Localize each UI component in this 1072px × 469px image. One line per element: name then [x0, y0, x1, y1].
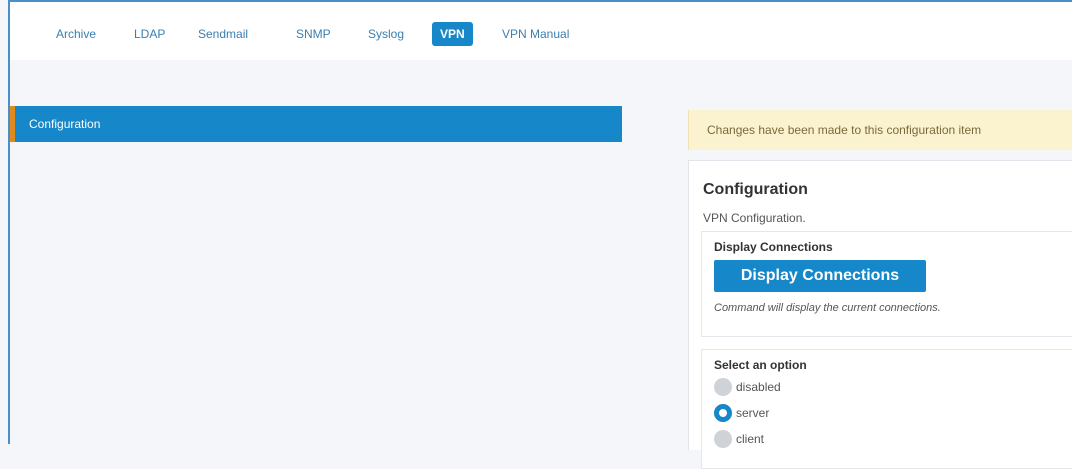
tab-bar: Archive LDAP Sendmail SNMP Syslog VPN VP… [10, 2, 1072, 61]
display-connections-hint: Command will display the current connect… [714, 302, 941, 314]
option-client-label: client [736, 432, 765, 446]
display-connections-button[interactable]: Display Connections [714, 260, 926, 292]
tab-snmp[interactable]: SNMP [288, 22, 339, 46]
tab-ldap[interactable]: LDAP [126, 22, 173, 46]
radio-server[interactable] [714, 404, 732, 422]
display-connections-section: Display Connections Display Connections … [701, 231, 1072, 337]
panel-description: VPN Configuration. [703, 211, 806, 225]
option-server-label: server [736, 406, 770, 420]
sub-header-band [10, 60, 1072, 96]
display-connections-label: Display Connections [714, 240, 833, 254]
tab-archive[interactable]: Archive [48, 22, 104, 46]
radio-client[interactable] [714, 430, 732, 448]
left-panel-header[interactable]: Configuration [10, 106, 622, 142]
option-disabled-label: disabled [736, 380, 781, 394]
panel-title: Configuration [703, 181, 808, 198]
tab-sendmail[interactable]: Sendmail [190, 22, 256, 46]
tab-vpn[interactable]: VPN [432, 22, 473, 46]
tab-syslog[interactable]: Syslog [360, 22, 412, 46]
radio-disabled[interactable] [714, 378, 732, 396]
mode-option-section: Select an option disabled server client [701, 349, 1072, 469]
select-option-label: Select an option [714, 358, 807, 372]
tab-vpn-manual[interactable]: VPN Manual [494, 22, 577, 46]
configuration-panel: Configuration VPN Configuration. Display… [688, 160, 1072, 469]
changes-notice: Changes have been made to this configura… [688, 110, 1072, 150]
window-frame: Archive LDAP Sendmail SNMP Syslog VPN VP… [8, 0, 1072, 469]
